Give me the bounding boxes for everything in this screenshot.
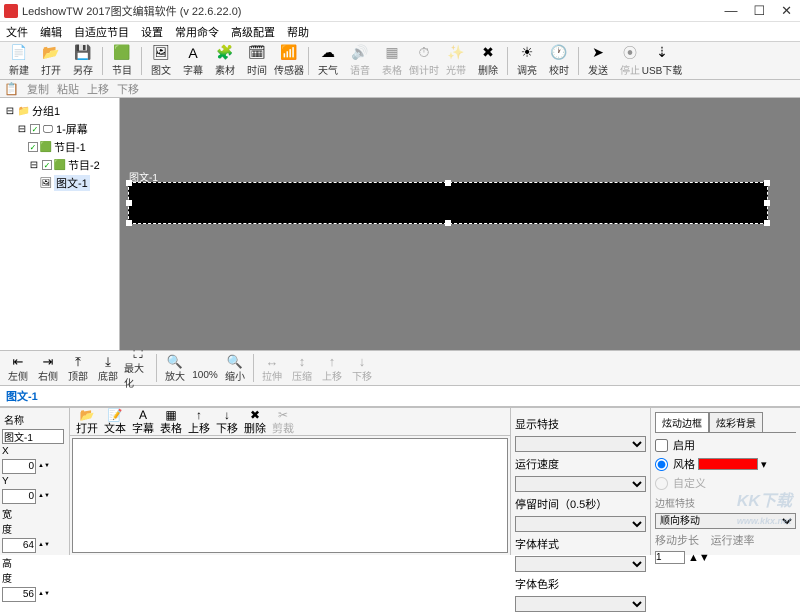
enable-border-checkbox[interactable]: [655, 439, 668, 452]
style-color-preview[interactable]: [698, 458, 758, 470]
midbar-缩小[interactable]: 🔍缩小: [221, 354, 249, 383]
filebar-下移[interactable]: ↓下移: [214, 408, 240, 436]
led-object-label: 图文-1: [129, 169, 158, 184]
custom-radio: [655, 477, 668, 490]
toolbar-发送[interactable]: ➤发送: [583, 44, 613, 78]
x-input[interactable]: [2, 459, 36, 474]
tree-panel: ⊟📁分组1⊟✓🖵1-屏幕✓🟩节目-1⊟✓🟩节目-2🖼图文-1: [0, 98, 120, 350]
tree-图文-1[interactable]: 🖼图文-1: [2, 174, 117, 192]
filebar-表格[interactable]: ▦表格: [158, 408, 184, 436]
window-title: LedshowTW 2017图文编辑软件 (v 22.6.22.0): [22, 3, 724, 19]
y-input[interactable]: [2, 489, 36, 504]
toolbar-语音: 🔊语音: [345, 44, 375, 78]
midbar-100%[interactable]: 100%: [191, 356, 219, 381]
led-object[interactable]: 图文-1: [128, 182, 768, 224]
canvas[interactable]: 图文-1: [120, 98, 800, 350]
toolbar-另存[interactable]: 💾另存: [68, 44, 98, 78]
secondbar-下移[interactable]: 下移: [117, 81, 139, 97]
filebar-字幕[interactable]: A字幕: [130, 408, 156, 436]
toolbar-表格: ▦表格: [377, 44, 407, 78]
midbar-放大[interactable]: 🔍放大: [161, 354, 189, 383]
filebar-删除[interactable]: ✖删除: [242, 408, 268, 436]
tree-1-屏幕[interactable]: ⊟✓🖵1-屏幕: [2, 120, 117, 138]
menu-设置[interactable]: 设置: [141, 24, 163, 40]
filebar-打开[interactable]: 📂打开: [74, 408, 100, 436]
secondbar-上移[interactable]: 上移: [87, 81, 109, 97]
x-spinner[interactable]: ▲▼: [38, 464, 48, 469]
move-step-spinner[interactable]: ▲▼: [688, 552, 710, 564]
move-step-input[interactable]: [655, 551, 685, 564]
name-input[interactable]: [2, 429, 64, 444]
menu-常用命令[interactable]: 常用命令: [175, 24, 219, 40]
minimize-button[interactable]: —: [724, 3, 737, 19]
midbar-右侧[interactable]: ⇥右侧: [34, 354, 62, 383]
midbar-上移: ↑上移: [318, 354, 346, 383]
menu-自适应节目[interactable]: 自适应节目: [74, 24, 129, 40]
height-spinner[interactable]: ▲▼: [38, 592, 48, 597]
height-input[interactable]: [2, 587, 36, 602]
speed-select[interactable]: [515, 476, 646, 492]
toolbar-图文[interactable]: 🖼图文: [146, 44, 176, 78]
toolbar-新建[interactable]: 📄新建: [4, 44, 34, 78]
filebar-文本[interactable]: 📝文本: [102, 408, 128, 436]
toolbar-传感器[interactable]: 📶传感器: [274, 44, 304, 78]
menu-编辑[interactable]: 编辑: [40, 24, 62, 40]
tab-background[interactable]: 炫彩背景: [709, 412, 763, 432]
toolbar-调亮[interactable]: ☀调亮: [512, 44, 542, 78]
name-header: 名称: [2, 410, 67, 429]
font-color-select[interactable]: [515, 596, 646, 612]
menu-高级配置[interactable]: 高级配置: [231, 24, 275, 40]
width-input[interactable]: [2, 538, 36, 553]
toolbar-天气[interactable]: ☁天气: [313, 44, 343, 78]
toolbar-光带: ✨光带: [441, 44, 471, 78]
midbar-顶部[interactable]: ⤒顶部: [64, 354, 92, 383]
toolbar-素材[interactable]: 🧩素材: [210, 44, 240, 78]
tree-节目-2[interactable]: ⊟✓🟩节目-2: [2, 156, 117, 174]
tab-border[interactable]: 炫动边框: [655, 412, 709, 432]
midbar-拉伸: ↔拉伸: [258, 354, 286, 383]
dropdown-icon[interactable]: ▾: [761, 458, 767, 471]
toolbar-字幕[interactable]: A字幕: [178, 44, 208, 78]
toolbar-节目[interactable]: 🟩节目: [107, 44, 137, 78]
maximize-button[interactable]: ☐: [753, 3, 765, 19]
stay-select[interactable]: [515, 516, 646, 532]
menu-文件[interactable]: 文件: [6, 24, 28, 40]
menu-帮助[interactable]: 帮助: [287, 24, 309, 40]
secondbar-粘贴[interactable]: 粘贴: [57, 81, 79, 97]
toolbar-USB下载[interactable]: ⇣USB下载: [647, 44, 677, 78]
midbar-最大化[interactable]: ⛶最大化: [124, 346, 152, 390]
width-spinner[interactable]: ▲▼: [38, 543, 48, 548]
filebar-剪裁: ✂剪裁: [270, 408, 296, 436]
display-fx-select[interactable]: [515, 436, 646, 452]
y-spinner[interactable]: ▲▼: [38, 494, 48, 499]
toolbar-停止: ⦿停止: [615, 44, 645, 78]
midbar-压缩: ↕压缩: [288, 354, 316, 383]
file-listbox[interactable]: [72, 438, 508, 553]
filebar-上移[interactable]: ↑上移: [186, 408, 212, 436]
toolbar-倒计时: ⏱倒计时: [409, 44, 439, 78]
toolbar-打开[interactable]: 📂打开: [36, 44, 66, 78]
close-button[interactable]: ✕: [781, 3, 792, 19]
midbar-左侧[interactable]: ⇤左侧: [4, 354, 32, 383]
midbar-下移: ↓下移: [348, 354, 376, 383]
font-style-select[interactable]: [515, 556, 646, 572]
toolbar-校时[interactable]: 🕐校时: [544, 44, 574, 78]
selected-tab-label: 图文-1: [0, 386, 800, 407]
midbar-底部[interactable]: ⤓底部: [94, 354, 122, 383]
secondbar-复制[interactable]: 复制: [27, 81, 49, 97]
style-radio[interactable]: [655, 458, 668, 471]
toolbar-时间[interactable]: 🗓时间: [242, 44, 272, 78]
tree-分组1[interactable]: ⊟📁分组1: [2, 102, 117, 120]
toolbar-删除[interactable]: ✖删除: [473, 44, 503, 78]
tree-节目-1[interactable]: ✓🟩节目-1: [2, 138, 117, 156]
border-fx-select[interactable]: 顺向移动: [655, 513, 796, 529]
app-logo-icon: [4, 4, 18, 18]
